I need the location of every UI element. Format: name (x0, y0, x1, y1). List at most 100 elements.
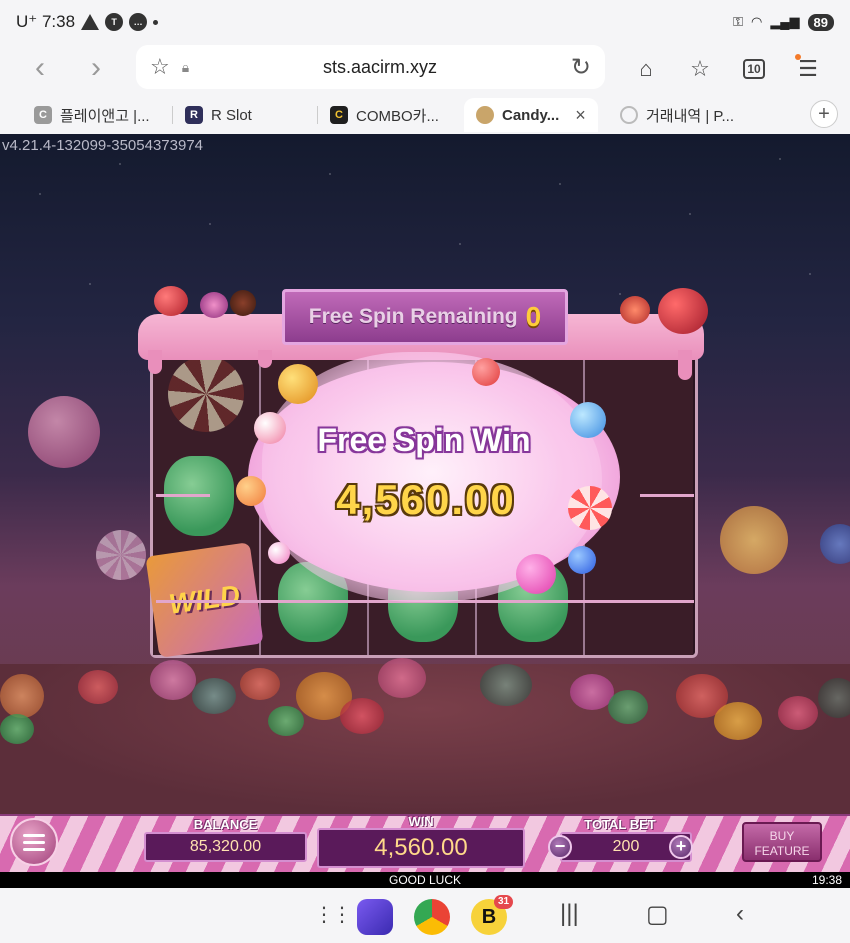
reload-icon[interactable]: ↻ (571, 53, 591, 82)
candy-ball (818, 678, 850, 718)
key-icon: ⚿ (733, 14, 743, 29)
tab-combo[interactable]: C COMBO카... (318, 98, 464, 132)
tab-playngo[interactable]: C 플레이앤고 |... (22, 98, 172, 132)
candy-ball (150, 660, 196, 700)
candy-ball (240, 668, 280, 700)
game-menu-button[interactable] (10, 818, 58, 866)
cherry-decoration (658, 288, 708, 334)
candy-ball (192, 678, 236, 714)
game-version: v4.21.4-132099-35054373974 (2, 137, 204, 154)
url-text[interactable]: sts.aacirm.xyz (189, 57, 571, 78)
win-label: WIN (408, 814, 434, 829)
candy-ball (78, 670, 118, 704)
browser-toolbar: ‹ › ☆ 🔒︎ sts.aacirm.xyz ↻ ⌂ ☆ 10 ☰ (0, 44, 850, 96)
tab-label: R Slot (211, 106, 252, 124)
tab-favicon: C (330, 106, 348, 124)
tab-count: 10 (743, 59, 765, 79)
menu-line (23, 840, 45, 844)
lollipop-decoration (96, 530, 146, 580)
chrome-icon[interactable] (414, 899, 450, 935)
signal-icon: ▂▄▆ (770, 14, 800, 29)
strawberry-decoration (154, 286, 188, 316)
candy-ball-red (472, 358, 500, 386)
tab-label: Candy... (502, 106, 560, 124)
frosting-drip (678, 350, 692, 380)
tab-r-slot[interactable]: R R Slot (173, 98, 317, 132)
good-luck-text: GOOD LUCK (388, 873, 461, 887)
notification-dot (795, 54, 801, 60)
strawberry-decoration (620, 296, 650, 324)
candy-ball (714, 702, 762, 740)
bet-increase-button[interactable]: + (669, 835, 693, 859)
frosting-drip (148, 350, 162, 374)
candy-favicon (476, 106, 494, 124)
bookmarks-icon[interactable]: ☆ (683, 52, 717, 86)
candy-ball-blue (568, 546, 596, 574)
balance-label: BALANCE (193, 817, 258, 832)
tab-close-icon[interactable]: × (575, 105, 586, 126)
internet-app-icon[interactable] (357, 899, 393, 935)
bookmark-star-icon[interactable]: ☆ (150, 54, 170, 80)
tab-strip: C 플레이앤고 |... R R Slot C COMBO카... Candy.… (0, 96, 850, 134)
dot-icon (153, 19, 159, 25)
address-bar[interactable]: ☆ 🔒︎ sts.aacirm.xyz ↻ (136, 45, 605, 89)
candy-ball (378, 658, 426, 698)
new-tab-plus-icon[interactable]: + (810, 100, 838, 128)
tab-label: COMBO카... (356, 107, 439, 125)
menu-line (23, 847, 45, 851)
back-icon[interactable]: ‹ (736, 900, 744, 928)
tab-transactions[interactable]: 거래내역 | P... (608, 98, 748, 132)
candy-ball (480, 664, 532, 706)
game-clock: 19:38 (811, 873, 842, 887)
home-icon[interactable]: ⌂ (629, 52, 663, 86)
free-spin-win-title: Free Spin Win (317, 422, 531, 458)
tab-candy[interactable]: Candy... × (464, 98, 598, 132)
link-favicon (620, 106, 638, 124)
warning-icon (81, 14, 100, 30)
home-button-icon[interactable]: ▢ (646, 900, 669, 929)
tab-label: 플레이앤고 |... (60, 107, 150, 125)
battery-indicator: 89 (807, 13, 834, 31)
menu-line (23, 833, 45, 837)
buy-feature-label-2: FEATURE (754, 844, 810, 858)
total-bet-label: TOTAL BET (584, 817, 656, 832)
menu-icon[interactable]: ☰ (791, 52, 825, 86)
gumball-machine (28, 396, 100, 468)
payline (156, 494, 210, 497)
candy-ball (778, 696, 818, 730)
notification-badge: 31 (494, 895, 514, 909)
tab-favicon: C (34, 106, 52, 124)
recents-icon[interactable]: ||| (560, 900, 579, 928)
lock-icon: 🔒︎ (181, 58, 190, 75)
free-spin-remaining-count: 0 (525, 301, 542, 332)
lollipop-orange (278, 364, 318, 404)
candy-ball (0, 674, 44, 718)
forward-arrow-icon[interactable]: › (76, 48, 116, 88)
swirl-candy-symbol (168, 356, 244, 432)
candy-ball (268, 706, 304, 736)
wifi-icon: ◠ (750, 14, 763, 29)
tab-favicon: R (185, 106, 203, 124)
frosting-drip (258, 350, 272, 368)
balance-value: 85,320.00 (144, 832, 307, 862)
buy-feature-label-1: BUY (769, 829, 795, 843)
candy-sun-decoration (720, 506, 788, 574)
game-footer: GOOD LUCK 19:38 (0, 872, 850, 888)
payline (640, 494, 694, 497)
bet-decrease-button[interactable]: − (548, 835, 572, 859)
candy-ball (0, 714, 34, 744)
free-spin-win-amount: 4,560.00 (336, 476, 516, 523)
back-arrow-icon[interactable]: ‹ (20, 48, 60, 88)
tabs-button[interactable]: 10 (737, 52, 771, 86)
free-spin-remaining-banner: Free Spin Remaining 0 (282, 289, 568, 345)
chat-icon: … (129, 13, 148, 31)
candy-ball (608, 690, 648, 724)
berry-decoration (200, 292, 228, 318)
candy-ball-magenta (516, 554, 556, 594)
buy-feature-button[interactable]: BUY FEATURE (742, 822, 822, 862)
candy-ball (340, 698, 384, 734)
talk-icon: T (105, 13, 124, 31)
candy-ball-pink (268, 542, 290, 564)
tab-label: 거래내역 | P... (646, 107, 735, 125)
game-canvas[interactable]: v4.21.4-132099-35054373974 WILD Free Spi… (0, 134, 850, 888)
